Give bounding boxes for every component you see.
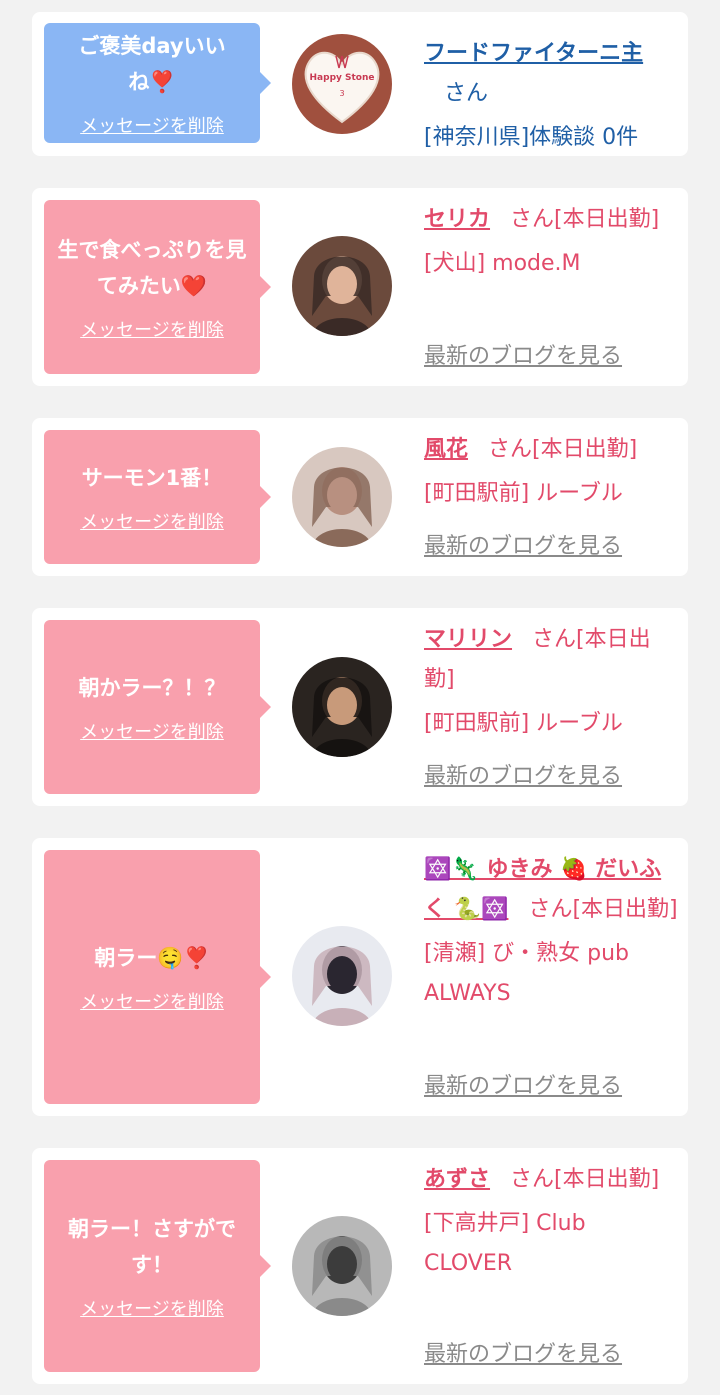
woman-photo-avatar-icon[interactable]: [292, 236, 392, 336]
honorific-label: さん: [510, 207, 555, 232]
work-status-label: [本日出勤]: [532, 437, 638, 462]
profile-info: セリカ さん[本日出勤] [犬山] mode.M 最新のブログを見る: [424, 200, 678, 369]
woman-photo-avatar-icon[interactable]: [292, 447, 392, 547]
latest-blog-link[interactable]: 最新のブログを見る: [424, 758, 622, 790]
name-line: 🔯🦎 ゆきみ 🍓 だいふく 🐍🔯 さん[本日出勤]: [424, 850, 678, 930]
name-line: マリリン さん[本日出勤]: [424, 620, 678, 700]
honorific-label: さん: [444, 81, 489, 106]
profile-name-link[interactable]: フードファイターニ主: [424, 41, 643, 66]
message-card: サーモン1番！ メッセージを削除 風花 さん[本日出勤] [町田駅前] ルーブル最新のブ…: [32, 418, 688, 576]
message-bubble: 朝ラー🤤❣️ メッセージを削除: [44, 850, 271, 1104]
heart-cake-avatar-icon[interactable]: Happy Stone 3: [292, 34, 392, 134]
message-bubble: 生で食べっぷりを見てみたい❤️ メッセージを削除: [44, 200, 271, 374]
profile-name-link[interactable]: 風花: [424, 437, 468, 462]
message-card: 朝ラー！さすがです！ メッセージを削除 あずさ さん[本日出勤] [下高井戸] Club…: [32, 1148, 688, 1384]
profile-info: 🔯🦎 ゆきみ 🍓 だいふく 🐍🔯 さん[本日出勤] [清瀬] び・熟女 pub AL…: [424, 850, 678, 1099]
honorific-label: さん: [510, 1167, 555, 1192]
profile-name-link[interactable]: マリリン: [424, 627, 512, 652]
delete-message-link[interactable]: メッセージを削除: [80, 316, 224, 342]
latest-blog-link[interactable]: 最新のブログを見る: [424, 1336, 622, 1368]
profile-info: フードファイターニ主さん [神奈川県]体験談 0件: [424, 34, 678, 158]
woman-photo-avatar-icon[interactable]: [292, 657, 392, 757]
name-line: 風花 さん[本日出勤]: [424, 430, 678, 470]
message-bubble: サーモン1番！ メッセージを削除: [44, 430, 271, 564]
profile-name-link[interactable]: セリカ: [424, 207, 490, 232]
shop-label: [下高井戸] Club CLOVER: [424, 1211, 586, 1276]
message-list: ご褒美dayいいね❣️ メッセージを削除 Happy Stone 3 フードファイターニ…: [0, 0, 720, 1395]
shop-label: [神奈川県]体験談 0件: [424, 125, 639, 150]
message-card: 朝ラー🤤❣️ メッセージを削除 🔯🦎 ゆきみ 🍓 だいふく 🐍🔯 さん[本日出勤] [清…: [32, 838, 688, 1116]
delete-message-link[interactable]: メッセージを削除: [80, 718, 224, 744]
message-text: 朝ラー！さすがです！: [68, 1217, 236, 1277]
work-status-label: [本日出勤]: [554, 1167, 660, 1192]
woman-photo-avatar-icon[interactable]: [292, 926, 392, 1026]
message-bubble: 朝ラー！さすがです！ メッセージを削除: [44, 1160, 271, 1372]
message-bubble: 朝かラー？！？ メッセージを削除: [44, 620, 271, 794]
honorific-label: さん: [532, 627, 577, 652]
delete-message-link[interactable]: メッセージを削除: [80, 988, 224, 1014]
svg-text:Happy Stone: Happy Stone: [310, 73, 375, 83]
message-text: ご褒美dayいいね❣️: [78, 34, 226, 94]
message-text: 朝ラー🤤❣️: [94, 946, 210, 970]
honorific-label: さん: [488, 437, 533, 462]
message-text: 朝かラー？！？: [78, 676, 226, 700]
message-text: 生で食べっぷりを見てみたい❤️: [57, 238, 247, 298]
latest-blog-link[interactable]: 最新のブログを見る: [424, 1068, 622, 1100]
woman-photo-avatar-icon[interactable]: [292, 1216, 392, 1316]
name-line: フードファイターニ主さん: [424, 34, 678, 114]
work-status-label: [本日出勤]: [554, 207, 660, 232]
message-card: 生で食べっぷりを見てみたい❤️ メッセージを削除 セリカ さん[本日出勤] [犬山] m…: [32, 188, 688, 386]
work-status-label: [本日出勤]: [572, 897, 678, 922]
name-line: あずさ さん[本日出勤]: [424, 1160, 678, 1200]
shop-label: [清瀬] び・熟女 pub ALWAYS: [424, 941, 630, 1006]
profile-name-link[interactable]: あずさ: [424, 1167, 490, 1192]
delete-message-link[interactable]: メッセージを削除: [80, 112, 224, 138]
delete-message-link[interactable]: メッセージを削除: [80, 1295, 224, 1321]
shop-label: [町田駅前] ルーブル: [424, 481, 623, 506]
profile-info: 風花 さん[本日出勤] [町田駅前] ルーブル最新のブログを見る: [424, 430, 678, 559]
latest-blog-link[interactable]: 最新のブログを見る: [424, 338, 622, 370]
message-text: サーモン1番！: [81, 466, 223, 490]
message-card: 朝かラー？！？ メッセージを削除 マリリン さん[本日出勤] [町田駅前] ルーブル最新…: [32, 608, 688, 806]
latest-blog-link[interactable]: 最新のブログを見る: [424, 528, 622, 560]
profile-info: マリリン さん[本日出勤] [町田駅前] ルーブル最新のブログを見る: [424, 620, 678, 789]
delete-message-link[interactable]: メッセージを削除: [80, 508, 224, 534]
message-card: ご褒美dayいいね❣️ メッセージを削除 Happy Stone 3 フードファイターニ…: [32, 12, 688, 156]
honorific-label: さん: [528, 897, 573, 922]
shop-label: [町田駅前] ルーブル: [424, 711, 623, 736]
message-bubble: ご褒美dayいいね❣️ メッセージを削除: [44, 23, 271, 143]
profile-info: あずさ さん[本日出勤] [下高井戸] Club CLOVER 最新のブログを見る: [424, 1160, 678, 1367]
svg-text:3: 3: [339, 89, 344, 98]
shop-label: [犬山] mode.M: [424, 251, 581, 276]
name-line: セリカ さん[本日出勤]: [424, 200, 678, 240]
